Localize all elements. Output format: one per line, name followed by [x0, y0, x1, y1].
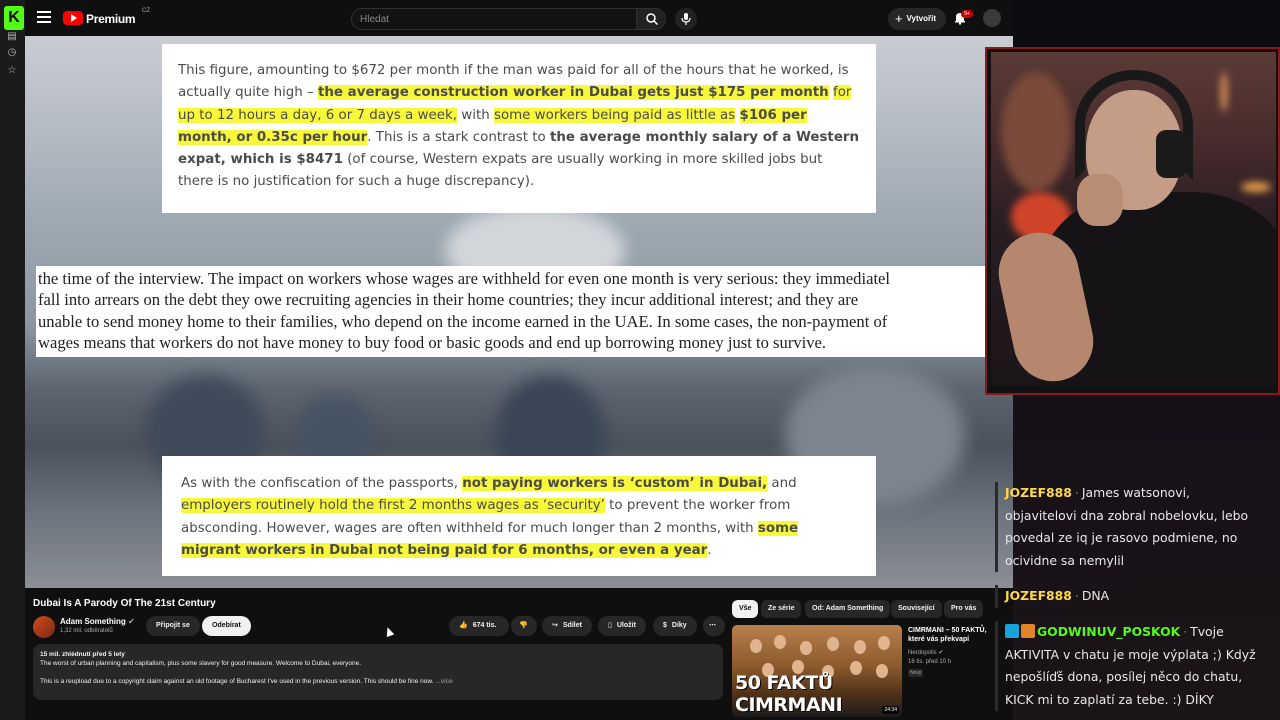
- more-actions-button[interactable]: ⋯: [703, 616, 725, 636]
- search-icon: [646, 13, 659, 26]
- show-more-link[interactable]: ...více: [435, 678, 452, 685]
- excerpt-bottom-text: As with the confiscation of the passport…: [181, 476, 463, 491]
- chat-text: DNA: [1081, 588, 1110, 603]
- bookmark-icon: ▯: [608, 622, 612, 629]
- report-line: fall into arrears on the debt they owe r…: [38, 290, 859, 310]
- voice-search-button[interactable]: [675, 8, 697, 30]
- left-rail: K ▤ ◷ ☆: [0, 0, 25, 720]
- subscriber-count: 1,32 mil. odběratelů: [60, 628, 113, 634]
- chat-username[interactable]: JOZEF888: [1005, 588, 1072, 603]
- report-line: wages means that workers do not have mon…: [38, 332, 827, 352]
- thumbnail-text: 50 FAKTŮ CIMRMANI: [735, 672, 843, 716]
- excerpt-top-text: with: [457, 107, 494, 123]
- search-placeholder: Hledat: [360, 14, 389, 25]
- thumbs-up-icon: 👍: [459, 622, 468, 629]
- description-box[interactable]: 15 mil. zhlédnutí před 5 lety The worst …: [33, 644, 723, 700]
- favorites-icon[interactable]: ☆: [6, 65, 18, 77]
- excerpt-bottom-text: and: [767, 476, 797, 491]
- related-video-channel[interactable]: Nerdopolis ✔: [908, 649, 943, 656]
- channel-avatar[interactable]: [33, 616, 55, 638]
- chip-from-channel[interactable]: Od: Adam Something: [805, 600, 891, 618]
- channel-name-text: Adam Something: [60, 617, 126, 626]
- thumbs-down-icon: 👎: [519, 622, 528, 629]
- chat-username[interactable]: GODWINUV_POSKOK: [1037, 624, 1180, 639]
- chat-message: GODWINUV_POSKOK · Tvoje AKTIVITA v chatu j…: [995, 621, 1260, 711]
- youtube-brand[interactable]: Premium: [86, 12, 136, 26]
- excerpt-top-highlight: some workers being paid as little as: [493, 107, 736, 123]
- verified-icon: ✔: [128, 617, 135, 626]
- view-stats: 15 mil. zhlédnutí před 5 lety: [40, 651, 125, 658]
- related-video-meta: 16 tis. před 10 h: [908, 659, 952, 665]
- join-button[interactable]: Připojit se: [146, 616, 200, 636]
- chip-series[interactable]: Ze série: [761, 600, 802, 618]
- excerpt-bottom-highlight: employers routinely hold the first 2 mon…: [181, 498, 605, 514]
- search-button[interactable]: [636, 8, 666, 30]
- related-video-thumbnail[interactable]: 50 FAKTŮ CIMRMANI 24:34: [732, 625, 902, 717]
- chip-for-you[interactable]: Pro vás: [944, 600, 984, 618]
- report-excerpt: the time of the interview. The impact on…: [36, 266, 996, 357]
- new-badge: Nový: [908, 669, 924, 677]
- chat-username[interactable]: JOZEF888: [1005, 485, 1072, 500]
- video-details: Dubai Is A Parody Of The 21st Century Ad…: [25, 588, 1013, 720]
- excerpt-bottom-text: .: [707, 542, 712, 558]
- description-line-2: This is a reupload due to a copyright cl…: [40, 677, 716, 686]
- chat-message: JOZEF888 · DNA: [995, 585, 1260, 608]
- thanks-label: Díky: [671, 622, 687, 629]
- gifter-badge-icon: [1021, 624, 1035, 638]
- chip-related[interactable]: Související: [891, 600, 942, 618]
- chip-all[interactable]: Vše: [732, 600, 759, 618]
- mic-icon: [681, 13, 691, 25]
- excerpt-top-text: [735, 108, 739, 123]
- share-icon: ↪: [552, 622, 558, 629]
- related-video-title[interactable]: CIMRMANI – 50 FAKTŮ, které vás překvapí: [908, 626, 998, 644]
- video-title: Dubai Is A Parody Of The 21st Century: [33, 598, 216, 609]
- more-icon: ⋯: [709, 622, 716, 629]
- thanks-icon: $: [663, 622, 667, 629]
- save-button[interactable]: ▯ Uložit: [598, 616, 646, 636]
- save-label: Uložit: [616, 622, 636, 629]
- youtube-logo-icon[interactable]: [63, 11, 83, 25]
- like-count: 674 tis.: [472, 622, 497, 629]
- article-excerpt-bottom: As with the confiscation of the passport…: [162, 456, 876, 576]
- video-duration: 24:34: [882, 706, 899, 714]
- like-button[interactable]: 👍 674 tis.: [449, 616, 509, 636]
- related-channel-name: Nerdopolis: [908, 650, 937, 656]
- subscriber-badge-icon: [1005, 624, 1019, 638]
- dislike-button[interactable]: 👎: [511, 616, 537, 636]
- region-code: CZ: [142, 8, 150, 14]
- excerpt-top-highlight: the average construction worker in Dubai…: [318, 85, 829, 101]
- notifications-badge: 9+: [961, 10, 973, 18]
- account-avatar[interactable]: [983, 9, 1001, 27]
- webcam-feed: [991, 52, 1276, 386]
- share-label: Sdílet: [562, 622, 582, 629]
- excerpt-bottom-highlight: not paying workers is ‘custom’ in Dubai,: [462, 476, 768, 491]
- home-icon[interactable]: ▤: [6, 31, 18, 43]
- subscribe-button[interactable]: Odebírat: [202, 616, 251, 636]
- create-button[interactable]: + Vytvořit: [888, 8, 946, 30]
- channel-name[interactable]: Adam Something ✔: [60, 617, 135, 626]
- plus-icon: +: [895, 11, 903, 26]
- search-input[interactable]: Hledat: [351, 8, 656, 30]
- report-line: unable to send money home to their famil…: [38, 311, 888, 331]
- history-icon[interactable]: ◷: [6, 47, 18, 59]
- menu-icon[interactable]: [37, 11, 51, 25]
- excerpt-top-text: . This is a stark contrast to: [367, 129, 550, 145]
- article-excerpt-top: This figure, amounting to $672 per month…: [162, 44, 876, 213]
- verified-icon: ✔: [938, 650, 944, 656]
- video-player[interactable]: This figure, amounting to $672 per month…: [25, 36, 1013, 588]
- thanks-button[interactable]: $ Díky: [653, 616, 697, 636]
- description-line: The worst of urban planning and capitali…: [40, 660, 362, 667]
- kick-logo-icon[interactable]: K: [4, 6, 24, 30]
- share-button[interactable]: ↪ Sdílet: [542, 616, 592, 636]
- report-line: the time of the interview. The impact on…: [38, 269, 891, 288]
- chat-message: JOZEF888 · James watsonovi, objavitelovi d…: [995, 482, 1260, 572]
- create-label: Vytvořit: [906, 14, 937, 23]
- description-text: This is a reupload due to a copyright cl…: [40, 678, 434, 685]
- youtube-header: Premium CZ Hledat + Vytvořit 9+: [25, 0, 1013, 36]
